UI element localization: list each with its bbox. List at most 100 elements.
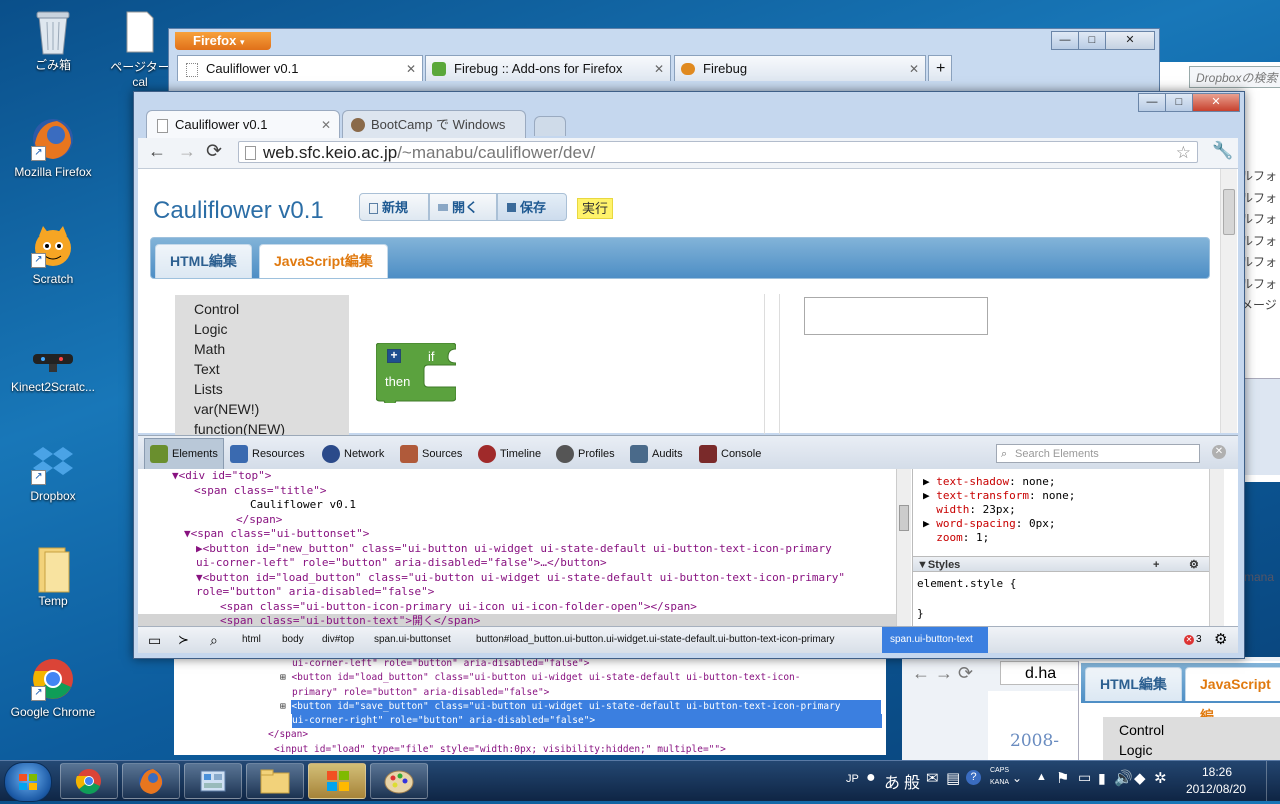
wrench-icon[interactable]: 🔧 [1212,141,1233,161]
display-icon[interactable]: ▭ [1078,769,1091,786]
gear-icon[interactable]: ⚙ [1189,557,1199,573]
toolbox-category[interactable]: Control [175,299,349,319]
ime-options-icon[interactable]: ⌄ [1012,771,1022,785]
dropbox-tray-icon[interactable]: ◆ [1134,769,1146,787]
chrome-tab-bootcamp[interactable]: BootCamp で Windows [342,110,526,138]
crumb-span-button-text[interactable]: span.ui-button-text [882,627,988,653]
close-tab-icon[interactable]: ✕ [909,56,919,82]
bg-search-box[interactable]: Dropboxの検索 [1189,66,1280,88]
run-button[interactable]: 実行 [577,198,614,219]
toolbox-category[interactable]: Logic [175,319,349,339]
minimize-button[interactable]: — [1138,93,1166,112]
firefox-tab-cauliflower[interactable]: Cauliflower v0.1 ✕ [177,55,423,81]
styles-scrollbar[interactable] [1209,469,1224,626]
bg-url-field[interactable]: d.ha [1000,661,1080,685]
minimize-button[interactable]: — [1051,31,1079,50]
tool-network[interactable]: Network [322,444,384,464]
firefox-tab-firebug-addons[interactable]: Firebug :: Add-ons for Firefox ✕ [425,55,671,81]
dom-line[interactable]: </span> [138,513,896,528]
dom-line[interactable]: role="button" aria-disabled="false"> [138,585,896,600]
new-tab-button[interactable]: + [928,55,952,81]
scrollbar-thumb[interactable] [1223,189,1235,235]
taskbar-paint[interactable] [370,763,428,799]
desktop-icon-google-chrome[interactable]: ↗ Google Chrome [3,657,103,719]
crumb-span-buttonset[interactable]: span.ui-buttonset [366,627,459,653]
toolbox-category[interactable]: Lists [175,379,349,399]
new-tab-button[interactable] [534,116,566,136]
toolbox-category[interactable]: Text [175,359,349,379]
firefox-menu-button[interactable]: Firefox ▾ [175,32,271,50]
desktop-icon-temp[interactable]: Temp [3,546,103,608]
bookmark-star-icon[interactable]: ☆ [1176,142,1191,164]
taskbar-explorer[interactable] [246,763,304,799]
dom-line[interactable]: Cauliflower v0.1 [138,498,896,513]
start-button[interactable] [4,762,52,802]
address-bar[interactable]: web.sfc.keio.ac.jp/~manabu/cauliflower/d… [238,141,1198,163]
reload-icon[interactable]: ⟳ [206,140,222,163]
show-desktop-button[interactable] [1266,761,1280,801]
crumb-html[interactable]: html [234,627,269,653]
close-tab-icon[interactable]: ✕ [406,56,416,82]
help-icon[interactable]: ? [966,770,981,785]
styles-header[interactable]: ▼Styles + ⚙ [913,556,1223,572]
crumb-div-top[interactable]: div#top [314,627,362,653]
settings-gear-icon[interactable]: ⚙ [1214,627,1227,653]
firefox-tab-firebug[interactable]: Firebug ✕ [674,55,926,81]
toolbox-category[interactable]: var(NEW!) [175,399,349,419]
ime-tool-icon[interactable]: ✉ [926,769,939,787]
taskbar-windows-update[interactable] [308,763,366,799]
desktop-icon-scratch[interactable]: ↗ Scratch [3,224,103,286]
language-indicator[interactable]: JP [846,773,859,785]
close-tab-icon[interactable]: ✕ [321,111,331,139]
general-conversion-icon[interactable]: 般 [904,769,920,793]
forward-arrow-icon[interactable]: → [178,141,196,162]
tool-audits[interactable]: Audits [630,444,683,464]
volume-icon[interactable]: 🔊 [1114,769,1133,787]
tray-app-icon[interactable]: ✲ [1154,769,1167,787]
dom-line[interactable]: ▶<button id="new_button" class="ui-butto… [138,542,896,557]
action-center-flag-icon[interactable]: ⚑ [1056,769,1069,787]
style-row[interactable]: zoom: 1; [923,531,1223,545]
add-rule-icon[interactable]: + [1153,557,1159,573]
dom-scrollbar[interactable] [896,469,911,626]
desktop-icon-kinect2scratch[interactable]: Kinect2Scratc... [3,340,103,394]
open-button[interactable]: 開く [429,193,497,221]
crumb-body[interactable]: body [274,627,312,653]
maximize-button[interactable]: □ [1165,93,1193,112]
error-icon[interactable]: ✕ [1184,635,1194,645]
dom-line[interactable]: ui-corner-left" role="button" aria-disab… [138,556,896,571]
style-row[interactable]: ▶ word-spacing: 0px; [923,517,1223,531]
code-output-textarea[interactable] [804,297,988,335]
search-elements-input[interactable]: ⌕ Search Elements [996,444,1200,463]
style-row[interactable]: width: 23px; [923,503,1223,517]
tool-timeline[interactable]: Timeline [478,444,541,464]
crumb-button-load[interactable]: button#load_button.ui-button.ui-widget.u… [468,627,843,653]
style-row[interactable]: ▶ text-shadow: none; [923,475,1223,489]
style-row[interactable]: ▶ text-transform: none; [923,489,1223,503]
maximize-button[interactable]: □ [1078,31,1106,50]
if-block[interactable]: + if then [376,343,456,403]
clock-date[interactable]: 2012/08/20 [1186,782,1246,796]
network-signal-icon[interactable]: ▮ [1098,770,1106,787]
dom-line[interactable]: ▼<span class="ui-buttonset"> [138,527,896,542]
close-devtools-icon[interactable]: ✕ [1212,445,1226,459]
tool-resources[interactable]: Resources [230,444,305,464]
chrome-tab-cauliflower[interactable]: Cauliflower v0.1 ✕ [146,110,340,138]
taskbar-chrome[interactable] [60,763,118,799]
hiragana-mode-icon[interactable]: あ [884,769,900,793]
tool-console[interactable]: Console [699,444,761,464]
toolbox-category[interactable]: Math [175,339,349,359]
tool-sources[interactable]: Sources [400,444,462,464]
tab-javascript-edit[interactable]: JavaScript編集 [259,244,388,278]
dom-line[interactable]: ▼<button id="load_button" class="ui-butt… [138,571,896,586]
close-button[interactable]: ✕ [1192,93,1240,112]
dom-line-selected[interactable]: <span class="ui-button-text">開く</span> [138,614,896,626]
bg-tab-html[interactable]: HTML編集 [1085,667,1182,701]
ime-dictionary-icon[interactable]: ▤ [946,769,960,787]
show-hidden-icons-icon[interactable]: ▲ [1036,771,1047,783]
back-arrow-icon[interactable]: ← [148,141,166,162]
plus-icon[interactable]: + [387,349,401,363]
new-button[interactable]: 新規 [359,193,429,221]
save-button[interactable]: 保存 [497,193,567,221]
tool-profiles[interactable]: Profiles [556,444,615,464]
